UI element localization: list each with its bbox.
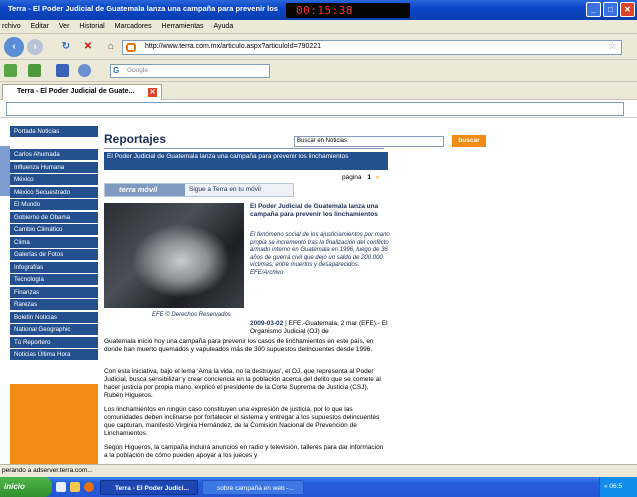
sidebar-item-influenza[interactable]: Influenza Humana [10,161,98,173]
menu-historial[interactable]: Historial [79,20,104,34]
start-button[interactable]: inicio [0,477,52,497]
minimize-button[interactable]: _ [586,2,601,17]
address-bar[interactable]: http://www.terra.com.mx/articulo.aspx?ar… [122,40,622,55]
article-paragraph: Según Higueros, la campaña incluirá anun… [104,444,384,459]
sidebar-item-rarezas[interactable]: Rarezas [10,299,98,310]
address-url: http://www.terra.com.mx/articulo.aspx?ar… [145,43,322,50]
pagination: página 1 » [342,174,379,181]
taskbar-item-document[interactable]: sobre campaña en web -... [202,480,304,495]
page-content: Portada Noticias Carlos Ahumada Influenz… [0,118,637,464]
window-controls: _ □ ✕ [586,2,635,17]
sidebar-item-mexico[interactable]: México [10,174,98,185]
quicklaunch-folder-icon[interactable] [70,482,80,492]
article-date: 2009-03-02 [250,320,284,327]
google-icon: G [113,66,120,75]
stop-icon[interactable]: ✕ [80,39,96,55]
menu-archivo[interactable]: rchivo [2,20,21,34]
close-window-button[interactable]: ✕ [620,2,635,17]
sidebar-item-mexico-secuestrado[interactable]: México Secuestrado [10,186,98,198]
caption-title: El Poder Judicial de Guatemala lanza una… [250,203,379,218]
article-paragraph: Guatemala inició hoy una campaña para pr… [104,338,374,353]
terra-movil-logo: terra móvil [105,184,185,196]
title-bar: Terra - El Poder Judicial de Guatemala l… [0,0,637,20]
find-input[interactable] [6,102,624,116]
sidebar-item-cambio-climatico[interactable]: Cambio Climático [10,224,98,235]
sidebar-item-infografias[interactable]: Infografías [10,261,98,273]
article-paragraph: Los linchamientos en ningún caso constit… [104,406,380,437]
search-engine-box[interactable]: G Google [110,64,270,78]
news-search-input[interactable]: Buscar en Noticias [294,136,444,147]
back-button[interactable]: ‹ [4,37,24,57]
bookmarks-toolbar: G Google [0,60,637,82]
page-label: página [342,174,362,181]
section-heading: Reportajes [104,132,167,146]
menu-herramientas[interactable]: Herramientas [162,20,204,34]
sidebar-item-finanzas[interactable]: Finanzas [10,286,98,298]
bookmark-download-icon[interactable] [28,64,41,77]
taskbar: inicio Terra - El Poder Judici... sobre … [0,477,637,497]
sidebar-item-obama[interactable]: Gobierno de Obama [10,211,98,223]
photo-credit: EFE © Derechos Reservados [152,312,231,318]
taskbar-item-terra[interactable]: Terra - El Poder Judici... [100,480,198,495]
navigation-toolbar: ‹ › ↻ ✕ ⌂ http://www.terra.com.mx/articu… [0,34,637,60]
sidebar-item-portada[interactable]: Portada Noticias [10,126,98,137]
window-title: Terra - El Poder Judicial de Guatemala l… [8,4,278,13]
news-search-button[interactable]: buscar [452,135,486,147]
search-placeholder: Google [127,67,148,74]
sidebar-item-galerias[interactable]: Galerías de Fotos [10,249,98,260]
sidebar-item-boletin[interactable]: Boletín Noticias [10,311,98,323]
system-tray-clock: « 06:5 [599,477,637,497]
home-icon[interactable]: ⌂ [103,39,119,55]
sidebar-item-natgeo[interactable]: National Geographic [10,324,98,335]
heading-divider [104,148,384,149]
maximize-button[interactable]: □ [603,2,618,17]
forward-button[interactable]: › [27,39,43,55]
sidebar-item-carlos-ahumada[interactable]: Carlos Ahumada [10,149,98,160]
article-banner: El Poder Judicial de Guatemala lanza una… [104,152,388,170]
page-next-link[interactable]: » [376,174,380,181]
page-current: 1 [367,174,371,181]
sidebar-item-tecnologia[interactable]: Tecnología [10,274,98,285]
site-favicon-icon [126,43,136,52]
bookmark-star-icon[interactable]: ☆ [608,41,617,52]
sidebar-item-tu-reportero[interactable]: Tú Reportero [10,336,98,348]
sidebar-item-clima[interactable]: Clima [10,236,98,248]
promo-text: Sigue a Terra en tu móvil [189,186,261,193]
caption-body: El fenómeno social de los ajusticiamient… [250,232,390,276]
menu-editar[interactable]: Editar [31,20,49,34]
screen-recorder-clock: 00:15:38 [286,3,410,18]
tab-bar: Terra - El Poder Judicial de Guate... ✕ [0,82,637,100]
bookmark-green-icon[interactable] [4,64,17,77]
quicklaunch-firefox-icon[interactable] [84,482,94,492]
menu-ayuda[interactable]: Ayuda [214,20,234,34]
dateline: 2009-03-02 | EFE.-Guatemala, 2 mar (EFE)… [250,320,390,336]
menu-bar: rchivo Editar Ver Historial Marcadores H… [0,20,637,34]
left-blue-panel [0,146,10,196]
article-photo[interactable] [104,203,244,308]
bookmark-star-icon[interactable] [56,64,69,77]
reload-icon[interactable]: ↻ [58,39,74,55]
terra-movil-promo[interactable]: terra móvil Sigue a Terra en tu móvil [104,183,294,197]
find-bar [0,100,637,118]
tab-terra[interactable]: Terra - El Poder Judicial de Guate... ✕ [2,84,162,100]
status-bar: perando a adserver.terra.com... [0,464,637,477]
sidebar-item-ultima-hora[interactable]: Noticias Última Hora [10,349,98,360]
article-paragraph: Con esta iniciativa, bajo el lema 'Ama l… [104,368,381,399]
history-clock-icon[interactable] [78,64,91,77]
sidebar-item-el-mundo[interactable]: El Mundo [10,199,98,210]
close-tab-icon[interactable]: ✕ [148,88,157,97]
menu-marcadores[interactable]: Marcadores [115,20,152,34]
quicklaunch-arrow-icon[interactable] [56,482,66,492]
advertisement-block[interactable] [10,384,98,464]
tab-label: Terra - El Poder Judicial de Guate... [17,88,135,95]
menu-ver[interactable]: Ver [59,20,70,34]
sidebar-nav: Portada Noticias Carlos Ahumada Influenz… [10,126,98,362]
